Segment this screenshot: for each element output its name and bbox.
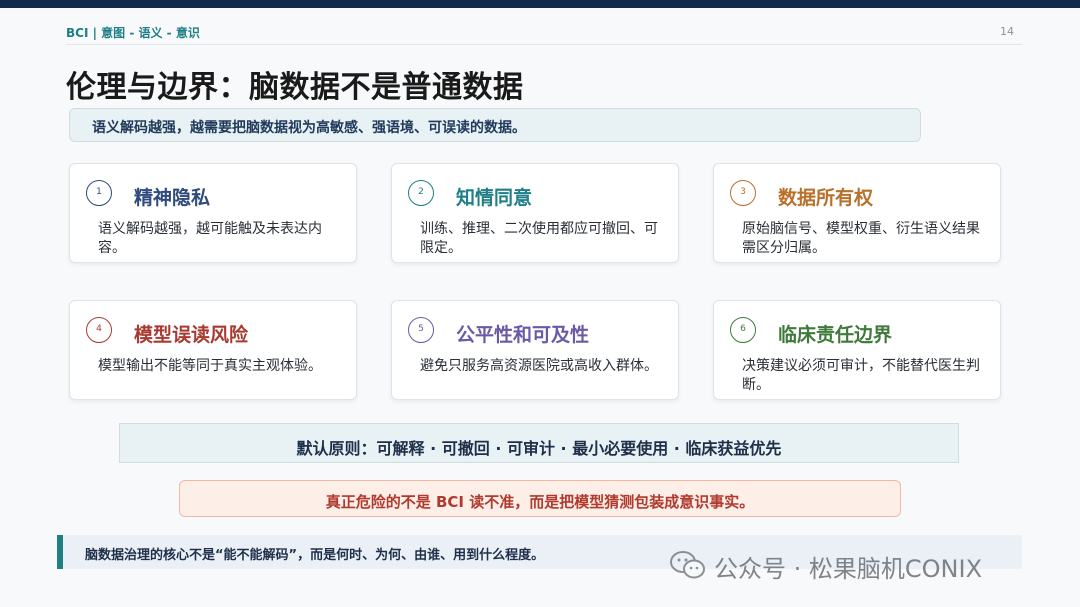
card-description: 决策建议必须可审计，不能替代医生判断。 — [742, 358, 980, 393]
wechat-icon — [670, 551, 705, 579]
card-title: 模型误读风险 — [134, 324, 249, 346]
breadcrumb: BCI | 意图 - 语义 - 意识 — [66, 26, 200, 40]
footer-text: 脑数据治理的核心不是“能不能解码”，而是何时、为何、由谁、用到什么程度。 — [85, 548, 545, 563]
card-number-badge: 1 — [86, 180, 112, 206]
card-title: 公平性和可及性 — [456, 324, 590, 346]
warning-text: 真正危险的不是 BCI 读不准，而是把模型猜测包装成意识事实。 — [325, 493, 755, 511]
card-number-badge: 2 — [408, 180, 434, 206]
card-misread-risk: 4 模型误读风险 模型输出不能等同于真实主观体验。 — [69, 300, 357, 400]
card-number-badge: 4 — [86, 317, 112, 343]
card-title: 临床责任边界 — [778, 324, 893, 346]
card-number-badge: 3 — [730, 180, 756, 206]
subtitle-text: 语义解码越强，越需要把脑数据视为高敏感、强语境、可误读的数据。 — [92, 120, 526, 136]
card-title: 数据所有权 — [778, 187, 874, 209]
warning-banner: 真正危险的不是 BCI 读不准，而是把模型猜测包装成意识事实。 — [179, 480, 901, 517]
card-description: 语义解码越强，越可能触及未表达内容。 — [98, 221, 322, 256]
card-title: 精神隐私 — [134, 187, 211, 209]
page-number: 14 — [1000, 25, 1014, 38]
card-description: 原始脑信号、模型权重、衍生语义结果需区分归属。 — [742, 221, 980, 256]
card-clinical-responsibility: 6 临床责任边界 决策建议必须可审计，不能替代医生判断。 — [713, 300, 1001, 400]
page-title: 伦理与边界：脑数据不是普通数据 — [66, 70, 524, 105]
watermark-text: 公众号 · 松果脑机CONIX — [714, 555, 983, 583]
subtitle-banner: 语义解码越强，越需要把脑数据视为高敏感、强语境、可误读的数据。 — [69, 108, 921, 142]
default-principles-banner: 默认原则：可解释 · 可撤回 · 可审计 · 最小必要使用 · 临床获益优先 — [119, 423, 959, 463]
top-accent-bar — [0, 0, 1080, 8]
card-number-badge: 5 — [408, 317, 434, 343]
card-description: 训练、推理、二次使用都应可撤回、可限定。 — [420, 221, 658, 256]
card-fairness-access: 5 公平性和可及性 避免只服务高资源医院或高收入群体。 — [391, 300, 679, 400]
card-number-badge: 6 — [730, 317, 756, 343]
slide-header: BCI | 意图 - 语义 - 意识 14 — [66, 24, 1022, 45]
card-data-ownership: 3 数据所有权 原始脑信号、模型权重、衍生语义结果需区分归属。 — [713, 163, 1001, 263]
principles-text: 默认原则：可解释 · 可撤回 · 可审计 · 最小必要使用 · 临床获益优先 — [296, 439, 782, 458]
card-mental-privacy: 1 精神隐私 语义解码越强，越可能触及未表达内容。 — [69, 163, 357, 263]
card-description: 避免只服务高资源医院或高收入群体。 — [420, 358, 658, 374]
card-informed-consent: 2 知情同意 训练、推理、二次使用都应可撤回、可限定。 — [391, 163, 679, 263]
card-title: 知情同意 — [456, 187, 533, 209]
card-description: 模型输出不能等同于真实主观体验。 — [98, 358, 322, 374]
